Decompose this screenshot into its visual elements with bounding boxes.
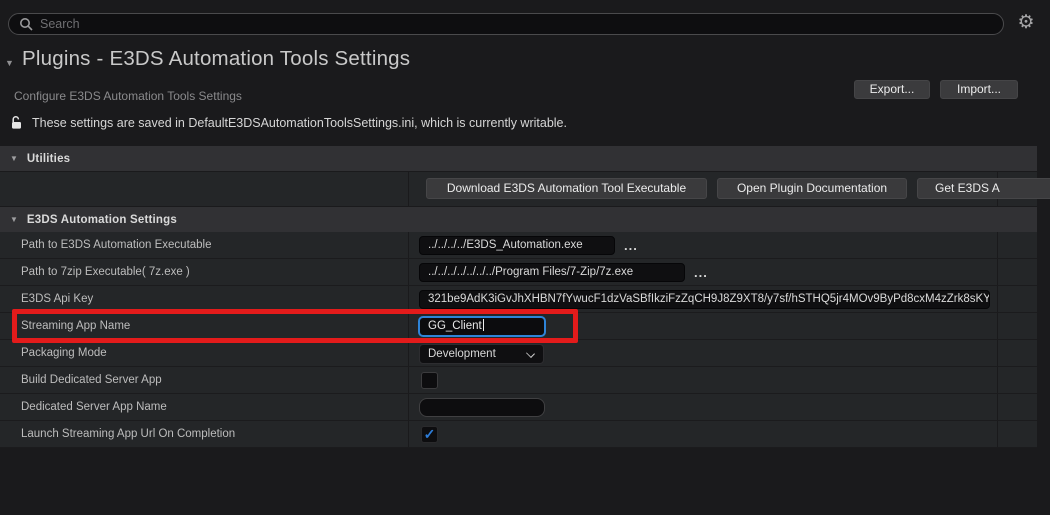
chevron-down-icon — [526, 349, 535, 358]
import-button[interactable]: Import... — [940, 80, 1018, 99]
column-divider[interactable] — [408, 421, 409, 447]
checkmark-icon: ✓ — [422, 427, 437, 442]
row-label: E3DS Api Key — [21, 286, 93, 312]
row-label: Build Dedicated Server App — [21, 367, 162, 393]
packaging-mode-dropdown[interactable]: Development — [419, 344, 544, 364]
row-label: Path to E3DS Automation Executable — [21, 232, 212, 258]
section-collapse-icon[interactable]: ▼ — [10, 154, 18, 163]
row-label: Dedicated Server App Name — [21, 394, 167, 420]
settings-window: ⚙ ▼ Plugins - E3DS Automation Tools Sett… — [0, 0, 1050, 515]
row-e3ds-api-key: E3DS Api Key 321be9AdK3iGvJhXHBN7fYwucF1… — [0, 286, 1037, 313]
column-divider[interactable] — [408, 340, 409, 366]
config-file-info-text: These settings are saved in DefaultE3DSA… — [32, 116, 567, 130]
column-divider[interactable] — [408, 172, 409, 206]
column-divider[interactable] — [997, 367, 998, 393]
api-key-input[interactable]: 321be9AdK3iGvJhXHBN7fYwucF1dzVaSBfIkziFz… — [419, 290, 990, 309]
column-divider[interactable] — [997, 421, 998, 447]
column-divider[interactable] — [408, 394, 409, 420]
row-label: Packaging Mode — [21, 340, 107, 366]
section-header-utilities[interactable]: ▼ Utilities — [0, 146, 1037, 171]
browse-ellipsis-button[interactable]: ... — [624, 233, 638, 259]
section-title-utilities: Utilities — [27, 153, 70, 165]
column-divider[interactable] — [408, 313, 409, 339]
page-subtitle: Configure E3DS Automation Tools Settings — [14, 89, 242, 103]
browse-ellipsis-button[interactable]: ... — [694, 260, 708, 286]
open-plugin-documentation-button[interactable]: Open Plugin Documentation — [717, 178, 907, 199]
gear-icon[interactable]: ⚙ — [1014, 11, 1038, 35]
section-title-e3ds-automation-settings: E3DS Automation Settings — [27, 214, 177, 226]
column-divider[interactable] — [997, 340, 998, 366]
row-label: Path to 7zip Executable( 7z.exe ) — [21, 259, 190, 285]
utilities-body: Download E3DS Automation Tool Executable… — [0, 172, 1037, 206]
row-path-to-e3ds-automation-executable: Path to E3DS Automation Executable ../..… — [0, 232, 1037, 259]
column-divider[interactable] — [997, 259, 998, 285]
search-bar[interactable] — [8, 13, 1004, 35]
column-divider[interactable] — [997, 313, 998, 339]
row-streaming-app-name: Streaming App Name GG_Client — [0, 313, 1037, 340]
streaming-app-name-value: GG_Client — [428, 320, 482, 332]
7zip-executable-path-input[interactable]: ../../../../../../../Program Files/7-Zip… — [419, 263, 685, 282]
text-cursor — [483, 319, 484, 331]
unlock-icon — [10, 115, 23, 130]
row-launch-streaming-app-url-on-completion: Launch Streaming App Url On Completion ✓ — [0, 421, 1037, 448]
column-divider[interactable] — [997, 232, 998, 258]
section-header-e3ds-automation-settings[interactable]: ▼ E3DS Automation Settings — [0, 207, 1037, 232]
column-divider[interactable] — [408, 367, 409, 393]
column-divider[interactable] — [997, 394, 998, 420]
row-label: Launch Streaming App Url On Completion — [21, 421, 235, 447]
row-path-to-7zip-executable: Path to 7zip Executable( 7z.exe ) ../../… — [0, 259, 1037, 286]
config-file-info: These settings are saved in DefaultE3DSA… — [10, 115, 567, 130]
column-divider[interactable] — [408, 259, 409, 285]
build-dedicated-server-checkbox[interactable]: ✓ — [421, 372, 438, 389]
row-packaging-mode: Packaging Mode Development — [0, 340, 1037, 367]
streaming-app-name-input[interactable]: GG_Client — [419, 317, 545, 336]
row-build-dedicated-server-app: Build Dedicated Server App ✓ — [0, 367, 1037, 394]
column-divider[interactable] — [997, 286, 998, 312]
page-title: Plugins - E3DS Automation Tools Settings — [22, 47, 410, 71]
search-input[interactable] — [40, 17, 993, 31]
export-button[interactable]: Export... — [854, 80, 930, 99]
column-divider[interactable] — [408, 286, 409, 312]
dedicated-server-app-name-input[interactable] — [419, 398, 545, 417]
column-divider[interactable] — [408, 232, 409, 258]
launch-streaming-url-checkbox[interactable]: ✓ — [421, 426, 438, 443]
get-e3ds-api-button[interactable]: Get E3DS A — [917, 178, 1050, 199]
automation-executable-path-input[interactable]: ../../../../E3DS_Automation.exe — [419, 236, 615, 255]
title-expander-icon[interactable]: ▼ — [5, 58, 14, 68]
download-automation-tool-button[interactable]: Download E3DS Automation Tool Executable — [426, 178, 707, 199]
search-icon — [19, 17, 33, 31]
section-collapse-icon[interactable]: ▼ — [10, 215, 18, 224]
row-label: Streaming App Name — [21, 313, 130, 339]
settings-rows: Path to E3DS Automation Executable ../..… — [0, 232, 1037, 448]
row-dedicated-server-app-name: Dedicated Server App Name — [0, 394, 1037, 421]
packaging-mode-value: Development — [428, 348, 496, 360]
